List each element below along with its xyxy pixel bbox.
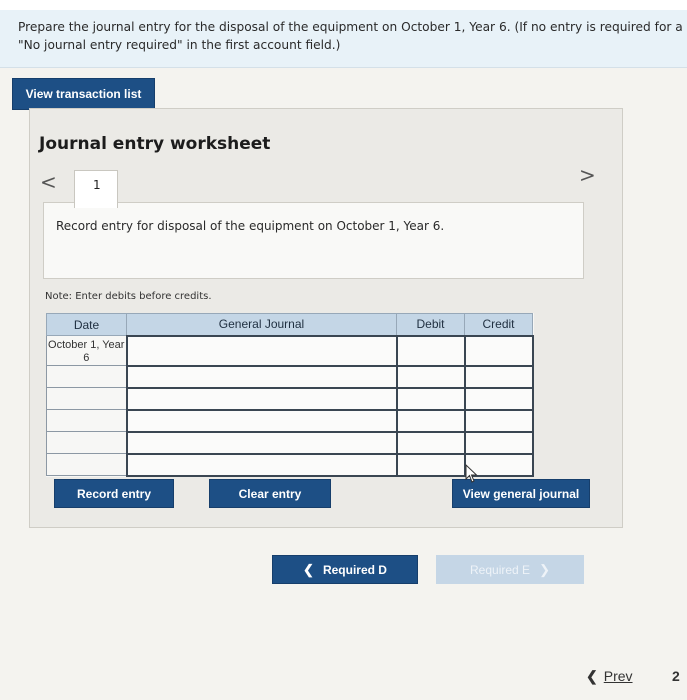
- date-cell: [46, 409, 127, 432]
- date-cell: [46, 387, 127, 410]
- account-input[interactable]: [125, 334, 398, 367]
- table-row: [46, 430, 534, 455]
- date-header: Date: [46, 313, 127, 336]
- credit-input[interactable]: [463, 334, 534, 367]
- worksheet-tab-1[interactable]: 1: [74, 170, 118, 208]
- date-cell: October 1, Year 6: [46, 335, 127, 366]
- table-row: [46, 386, 534, 411]
- journal-table: Date General Journal Debit Credit Octobe…: [46, 313, 534, 477]
- worksheet-title: Journal entry worksheet: [39, 134, 271, 154]
- account-input[interactable]: [125, 386, 398, 411]
- mouse-cursor-icon: [465, 464, 478, 483]
- debit-input[interactable]: [395, 408, 466, 433]
- required-d-label: Required D: [322, 562, 387, 577]
- debit-header: Debit: [396, 313, 465, 336]
- chevron-right-icon[interactable]: >: [579, 163, 596, 187]
- instructions-line-1: Prepare the journal entry for the dispos…: [18, 20, 683, 34]
- general-journal-header: General Journal: [126, 313, 397, 336]
- credit-input[interactable]: [463, 430, 534, 455]
- account-input[interactable]: [125, 408, 398, 433]
- chevron-left-icon: ❮: [303, 561, 314, 577]
- entry-description: Record entry for disposal of the equipme…: [43, 202, 584, 279]
- debit-input[interactable]: [395, 364, 466, 389]
- table-row: [46, 408, 534, 433]
- date-cell: [46, 365, 127, 388]
- journal-table-header: Date General Journal Debit Credit: [46, 313, 533, 336]
- page-number: 2: [672, 668, 680, 684]
- table-row: [46, 452, 534, 477]
- instructions-line-2: "No journal entry required" in the first…: [18, 38, 341, 52]
- chevron-left-icon: ❮: [586, 668, 598, 684]
- credit-header: Credit: [464, 313, 533, 336]
- credit-input[interactable]: [463, 386, 534, 411]
- credit-input[interactable]: [463, 408, 534, 433]
- debit-input[interactable]: [395, 430, 466, 455]
- debit-input[interactable]: [395, 386, 466, 411]
- table-row: [46, 364, 534, 389]
- prev-link[interactable]: ❮ Prev: [586, 668, 633, 685]
- required-e-label: Required E: [470, 562, 531, 577]
- required-e-button[interactable]: Required E ❯: [436, 555, 584, 584]
- instructions-banner: Prepare the journal entry for the dispos…: [0, 10, 687, 68]
- entry-description-text: Record entry for disposal of the equipme…: [56, 219, 445, 233]
- chevron-left-icon[interactable]: <: [40, 170, 57, 194]
- debit-input[interactable]: [395, 334, 466, 367]
- date-cell: [46, 431, 127, 454]
- debit-input[interactable]: [395, 452, 466, 477]
- prev-label: Prev: [603, 668, 633, 684]
- view-transaction-list-button[interactable]: View transaction list: [12, 78, 155, 110]
- date-cell: [46, 453, 127, 476]
- account-input[interactable]: [125, 452, 398, 477]
- table-row: October 1, Year 6: [46, 334, 534, 367]
- chevron-right-icon: ❯: [539, 561, 550, 577]
- required-d-button[interactable]: ❮ Required D: [272, 555, 418, 584]
- account-input[interactable]: [125, 430, 398, 455]
- credit-input[interactable]: [463, 364, 534, 389]
- account-input[interactable]: [125, 364, 398, 389]
- record-entry-button[interactable]: Record entry: [54, 479, 174, 508]
- clear-entry-button[interactable]: Clear entry: [209, 479, 331, 508]
- note-text: Note: Enter debits before credits.: [45, 291, 212, 302]
